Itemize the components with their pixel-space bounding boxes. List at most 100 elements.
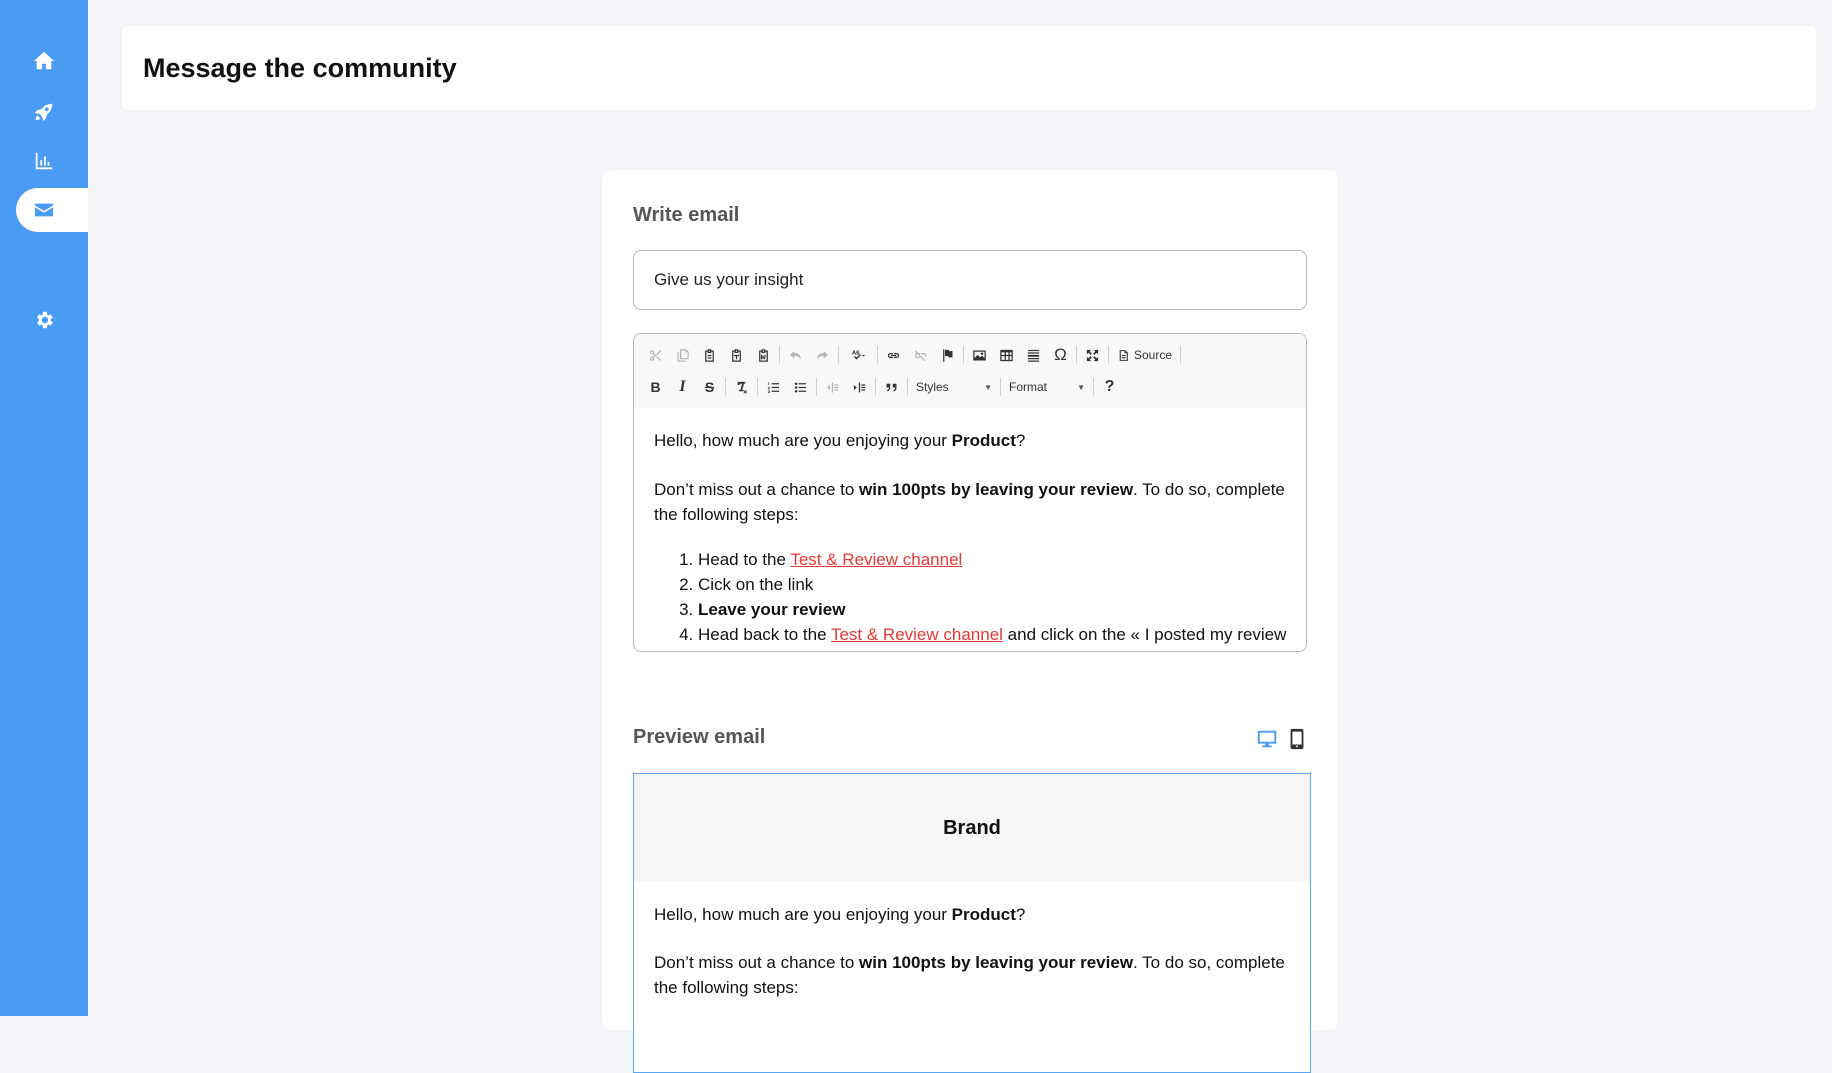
toolbar-row-2: B I S Styles ▼ Format ▼ ?	[642, 374, 1123, 400]
list-item: Head back to the Test & Review channel a…	[698, 622, 1290, 651]
anchor-button[interactable]	[934, 342, 961, 368]
bar-chart-icon	[35, 152, 53, 170]
sidebar-item-campaigns[interactable]	[16, 90, 88, 134]
maximize-icon	[1086, 349, 1099, 361]
bulleted-list-icon	[794, 382, 807, 392]
text: Don’t miss out a chance to	[654, 953, 860, 972]
paste-button[interactable]	[696, 342, 723, 368]
special-char-button[interactable]: Ω	[1047, 342, 1074, 368]
text-bold: win 100pts by leaving your review	[859, 480, 1134, 499]
text-bold: win 100pts by leaving your review	[859, 953, 1134, 972]
image-button[interactable]	[966, 342, 993, 368]
caret-down-icon: ▼	[1077, 382, 1085, 392]
strike-button[interactable]: S	[696, 374, 723, 400]
outdent-button[interactable]	[819, 374, 846, 400]
mail-icon	[34, 203, 54, 217]
toolbar-row-1: Ω Source	[642, 342, 1183, 368]
bulleted-list-button[interactable]	[787, 374, 814, 400]
styles-dropdown[interactable]: Styles ▼	[910, 374, 998, 400]
preview-brand-header: Brand	[634, 774, 1310, 882]
caret-down-icon: ▼	[984, 382, 992, 392]
horizontal-rule-button[interactable]	[1020, 342, 1047, 368]
email-preview: Brand Hello, how much are you enjoying y…	[633, 773, 1311, 1073]
horizontal-rule-icon	[1027, 349, 1040, 362]
omega-icon: Ω	[1054, 345, 1067, 364]
toolbar-separator	[816, 378, 817, 396]
text: Hello, how much are you enjoying your	[654, 905, 952, 924]
mobile-icon[interactable]	[1286, 728, 1308, 750]
steps-list: Head to the Test & Review channel Cick o…	[654, 547, 1290, 651]
text-bold: Product	[951, 905, 1016, 924]
sidebar-item-analytics[interactable]	[16, 139, 88, 183]
undo-icon	[789, 350, 802, 359]
sidebar-item-home[interactable]	[16, 39, 88, 83]
subject-input[interactable]	[633, 250, 1307, 310]
test-review-link[interactable]: Test & Review channel	[790, 550, 962, 569]
redo-icon	[816, 350, 829, 359]
spellcheck-button[interactable]	[841, 342, 875, 368]
italic-button[interactable]: I	[669, 374, 696, 400]
toolbar-separator	[1076, 346, 1077, 364]
clipboard-text-icon	[732, 348, 741, 362]
toolbar-separator	[725, 378, 726, 396]
undo-button[interactable]	[782, 342, 809, 368]
gear-icon	[37, 311, 53, 329]
toolbar-separator	[779, 346, 780, 364]
write-email-title: Write email	[633, 204, 740, 226]
text-bold: Product	[951, 431, 1016, 450]
styles-label: Styles	[916, 380, 949, 394]
clipboard-word-icon	[759, 348, 768, 362]
list-item: Cick on the link	[698, 572, 1290, 597]
table-icon	[1000, 349, 1013, 361]
copy-icon	[677, 348, 689, 362]
text: Head back to the	[698, 625, 831, 644]
page-header: Message the community	[122, 26, 1816, 110]
preview-body: Hello, how much are you enjoying your Pr…	[634, 882, 1310, 1000]
indent-icon	[853, 382, 866, 392]
copy-button[interactable]	[669, 342, 696, 368]
help-button[interactable]: ?	[1096, 374, 1123, 400]
unlink-button[interactable]	[907, 342, 934, 368]
sidebar-item-settings[interactable]	[16, 298, 88, 342]
remove-format-button[interactable]	[728, 374, 755, 400]
outdent-icon	[826, 382, 839, 392]
link-icon	[887, 352, 900, 358]
editor-content[interactable]: Hello, how much are you enjoying your Pr…	[654, 408, 1290, 651]
editor-toolbar: Ω Source B I S Styles ▼ Format ▼ ?	[634, 334, 1306, 408]
format-dropdown[interactable]: Format ▼	[1003, 374, 1091, 400]
blockquote-button[interactable]	[878, 374, 905, 400]
quote-icon	[886, 383, 897, 391]
desktop-icon[interactable]	[1256, 728, 1278, 750]
home-icon	[33, 51, 55, 70]
spellcheck-icon	[851, 350, 865, 359]
numbered-list-button[interactable]	[760, 374, 787, 400]
preview-paragraph-2: Don’t miss out a chance to win 100pts by…	[654, 950, 1290, 1000]
indent-button[interactable]	[846, 374, 873, 400]
source-button[interactable]: Source	[1111, 342, 1178, 368]
toolbar-separator	[963, 346, 964, 364]
numbered-list-icon	[767, 382, 780, 393]
document-icon	[1119, 349, 1128, 361]
sidebar-item-messages[interactable]	[16, 188, 88, 232]
paste-word-button[interactable]	[750, 342, 777, 368]
toolbar-separator	[875, 378, 876, 396]
preview-email-title: Preview email	[633, 726, 766, 748]
paste-text-button[interactable]	[723, 342, 750, 368]
redo-button[interactable]	[809, 342, 836, 368]
toolbar-separator	[877, 346, 878, 364]
toolbar-separator	[907, 378, 908, 396]
scissors-icon	[649, 349, 662, 361]
maximize-button[interactable]	[1079, 342, 1106, 368]
page-title: Message the community	[143, 52, 457, 83]
editor-paragraph-1: Hello, how much are you enjoying your Pr…	[654, 428, 1290, 453]
test-review-link[interactable]: Test & Review channel	[831, 625, 1003, 644]
link-button[interactable]	[880, 342, 907, 368]
italic-icon: I	[679, 378, 686, 395]
rich-text-editor[interactable]: Ω Source B I S Styles ▼ Format ▼ ? Hello…	[633, 333, 1307, 652]
source-label: Source	[1134, 348, 1173, 362]
text: ?	[1015, 431, 1026, 450]
bold-button[interactable]: B	[642, 374, 669, 400]
cut-button[interactable]	[642, 342, 669, 368]
table-button[interactable]	[993, 342, 1020, 368]
list-item: Head to the Test & Review channel	[698, 547, 1290, 572]
